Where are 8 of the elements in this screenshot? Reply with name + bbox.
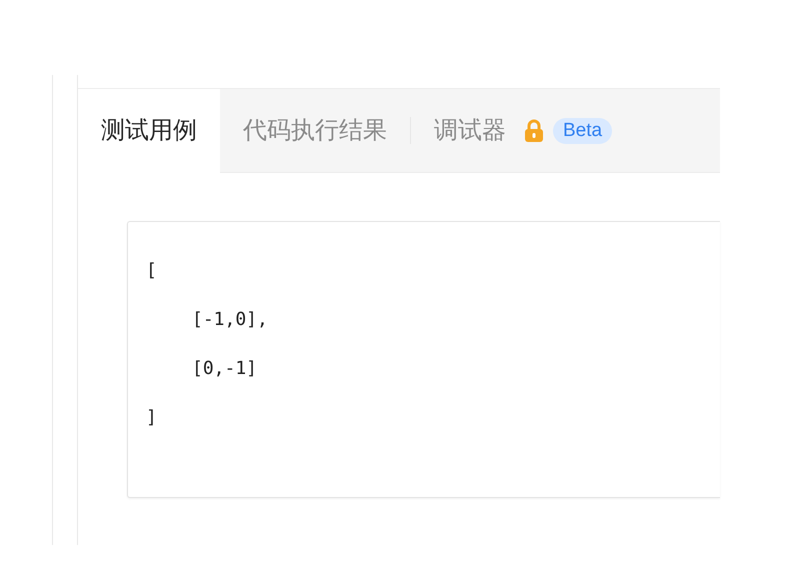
tab[interactable]: 代码执行结果 xyxy=(220,89,410,172)
code-line: ] xyxy=(146,406,157,430)
tab[interactable]: 调试器 xyxy=(411,89,529,172)
beta-badge: Beta xyxy=(553,118,612,144)
tab[interactable]: 测试用例 xyxy=(78,88,220,173)
code-line: [0,-1] xyxy=(192,357,258,381)
code-line: [-1,0], xyxy=(192,308,268,332)
code-line: [ xyxy=(146,259,157,283)
